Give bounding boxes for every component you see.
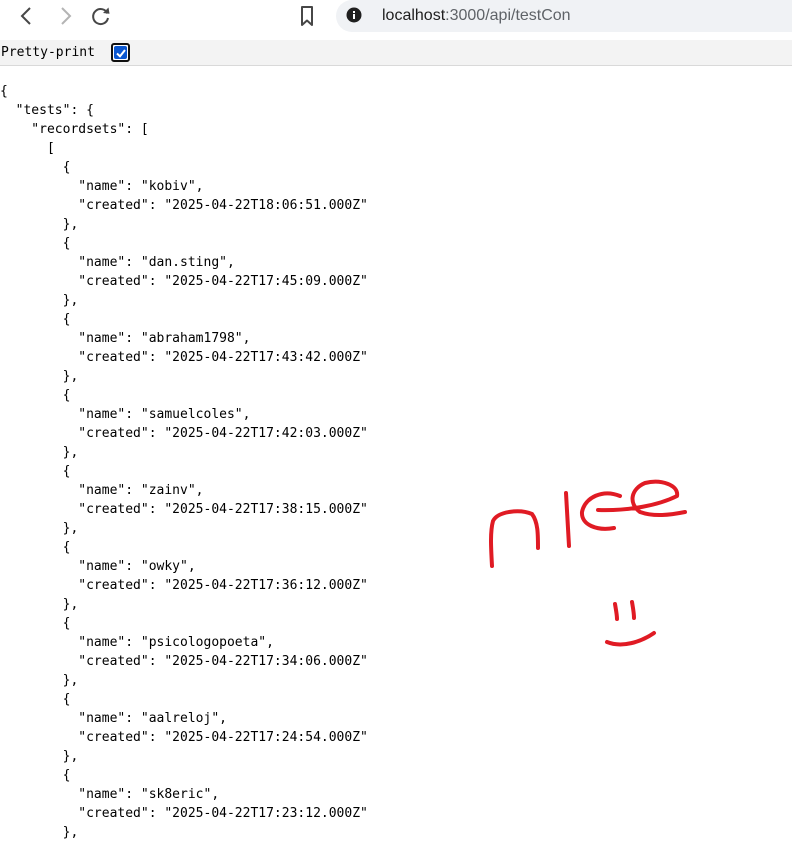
checkbox-fill (114, 46, 127, 59)
pretty-print-label: Pretty-print (1, 45, 95, 60)
browser-toolbar: localhost:3000/api/testCon (0, 0, 792, 40)
forward-arrow-icon (61, 7, 72, 25)
pretty-print-checkbox[interactable] (111, 43, 130, 62)
url-host: localhost (382, 7, 446, 24)
site-info-icon[interactable] (346, 7, 362, 23)
scribble-letter-i (564, 491, 571, 548)
bookmark-button[interactable] (292, 3, 322, 29)
back-arrow-icon (20, 7, 31, 25)
reload-button[interactable] (86, 3, 116, 29)
checkmark-icon (115, 48, 126, 58)
url-path: :3000/api/testCon (445, 7, 571, 24)
forward-button[interactable] (50, 3, 80, 29)
url-text[interactable]: localhost:3000/api/testCon (382, 4, 571, 28)
scribble-smile-eye-right (630, 600, 636, 620)
scribble-smile-mouth (605, 631, 656, 647)
json-content: { "tests": { "recordsets": [ [ { "name":… (0, 84, 368, 840)
reload-icon (92, 7, 110, 25)
scribble-letter-n (489, 509, 540, 568)
scribble-letter-e (596, 479, 687, 517)
back-button[interactable] (12, 3, 42, 29)
scribble-smile-eye-left (613, 602, 619, 621)
scribble-letter-c (580, 491, 622, 531)
bookmark-icon (301, 6, 313, 26)
